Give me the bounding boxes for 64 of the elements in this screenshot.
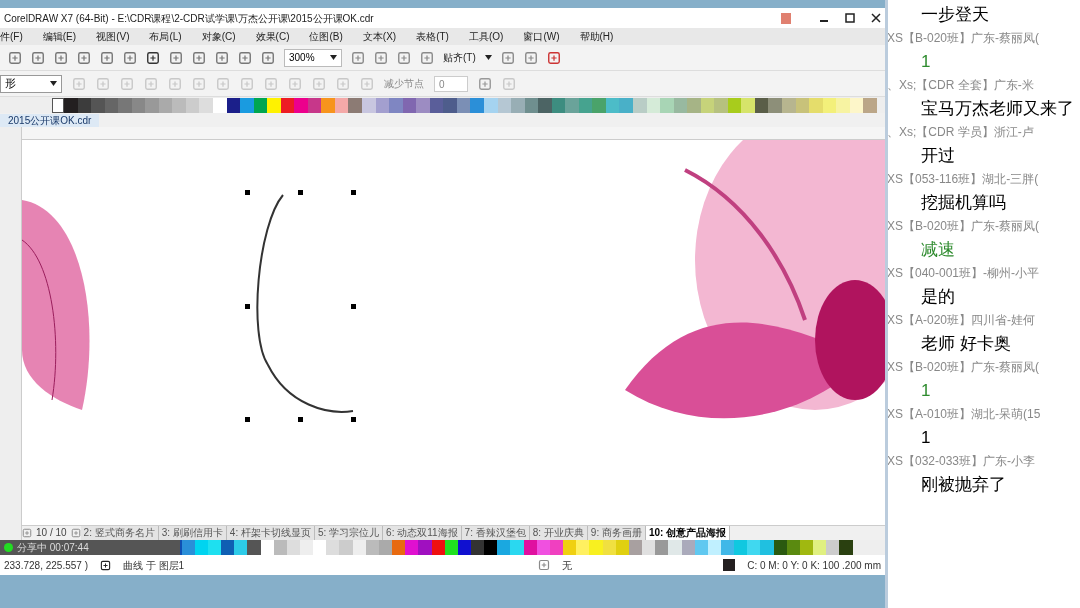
page-tab[interactable]: 7: 香辣汉堡包 (461, 526, 530, 540)
page-tab[interactable]: 5: 学习宗位儿 (314, 526, 384, 540)
page-tab[interactable]: 3: 刷刷信用卡 (158, 526, 227, 540)
user-icon[interactable] (781, 12, 791, 24)
chat-message: 老师 好卡奥 (920, 333, 1012, 355)
page-tab[interactable]: 8: 开业庆典 (529, 526, 588, 540)
cursor-coordinates: 233.728, 225.557 ) (4, 558, 88, 573)
snap-dropdown[interactable]: 贴齐(T) (443, 50, 476, 65)
fill-status: 无 (562, 558, 573, 573)
menu-item[interactable]: 文本(X) (362, 29, 397, 44)
chat-sender: XS【B-020班】广东-蔡丽凤( (888, 359, 1041, 376)
document-tab[interactable]: 2015公开课OK.cdr (0, 114, 100, 127)
chat-sender: XS【B-020班】广东-蔡丽凤( (888, 30, 1041, 47)
page-tab[interactable]: 9: 商务画册 (587, 526, 646, 540)
window-title: CorelDRAW X7 (64-Bit) - E:\CDR课程\2-CDR试学课\万杰公开课\2015公开课OK.cdr (4, 11, 374, 26)
chat-message: 宝马万杰老师又来了 (920, 98, 1075, 120)
chat-sender: XS【032-033班】广东-小李 (888, 453, 1037, 470)
menu-item[interactable]: 工具(O) (468, 29, 504, 44)
chat-message: 1 (920, 427, 932, 449)
chat-message: 1 (920, 51, 932, 73)
menu-item[interactable]: 视图(V) (96, 29, 130, 44)
page-tab[interactable]: 6: 动态双11海报 (383, 526, 462, 540)
menu-item[interactable]: 窗口(W) (523, 29, 560, 44)
caret-icon[interactable] (484, 55, 492, 60)
menu-item[interactable]: 位图(B) (309, 29, 343, 44)
outline-swatch (723, 559, 736, 571)
chat-sender: 、Xs;【CDR 全套】广东-米 (888, 77, 1035, 94)
no-color-swatch[interactable] (52, 97, 64, 113)
page-tab[interactable]: 10: 创意产品海报 (645, 526, 731, 540)
menu-item[interactable]: 表格(T) (416, 29, 449, 44)
chat-message: 开过 (920, 145, 956, 167)
menu-item[interactable]: 帮助(H) (579, 29, 614, 44)
menu-item[interactable]: 对象(C) (201, 29, 236, 44)
chat-message: 1 (920, 380, 932, 402)
caret-icon[interactable] (330, 55, 337, 60)
page-tab[interactable]: 2: 竖式商务名片 (80, 526, 159, 540)
shape-dropdown[interactable]: 形 (0, 74, 62, 93)
zoom-dropdown[interactable]: 300% (284, 48, 342, 67)
chat-sender: 、Xs;【CDR 学员】浙江-卢 (888, 124, 1035, 141)
menu-item[interactable]: 效果(C) (255, 29, 290, 44)
selected-curve-drawing[interactable] (245, 190, 356, 422)
chat-message: 一步登天 (920, 4, 990, 26)
menu-item[interactable]: 编辑(E) (42, 29, 77, 44)
close-icon[interactable] (871, 13, 881, 23)
outline-status: C: 0 M: 0 Y: 0 K: 100 .200 mm (747, 558, 881, 573)
chat-sender: XS【B-020班】广东-蔡丽凤( (888, 218, 1041, 235)
smoothness-field[interactable]: 0 (434, 75, 468, 92)
page-tab[interactable]: 4: 杆架卡切线显页 (226, 526, 315, 540)
color-palette[interactable] (64, 97, 877, 113)
menu-item[interactable]: 件(F) (0, 29, 23, 44)
caret-icon[interactable] (50, 81, 57, 86)
page-counter: 10 / 10 (36, 526, 67, 540)
sharing-timer: 分享中 00:07:44 (17, 541, 89, 555)
maximize-icon[interactable] (845, 13, 855, 23)
chat-message: 刚被抛弃了 (920, 474, 1007, 496)
chat-sender: XS【A-020班】四川省-娃何 (888, 312, 1037, 329)
menu-item[interactable]: 布局(L) (149, 29, 182, 44)
chat-message: 挖掘机算吗 (920, 192, 1007, 214)
chat-message: 是的 (920, 286, 956, 308)
chat-message: 减速 (920, 239, 956, 261)
chat-sender: XS【053-116班】湖北-三胖( (888, 171, 1040, 188)
object-info: 曲线 于 图层1 (122, 558, 185, 573)
chat-sender: XS【A-010班】湖北-呆萌(15 (888, 406, 1042, 423)
chat-sender: XS【040-001班】-柳州-小平 (888, 265, 1041, 282)
